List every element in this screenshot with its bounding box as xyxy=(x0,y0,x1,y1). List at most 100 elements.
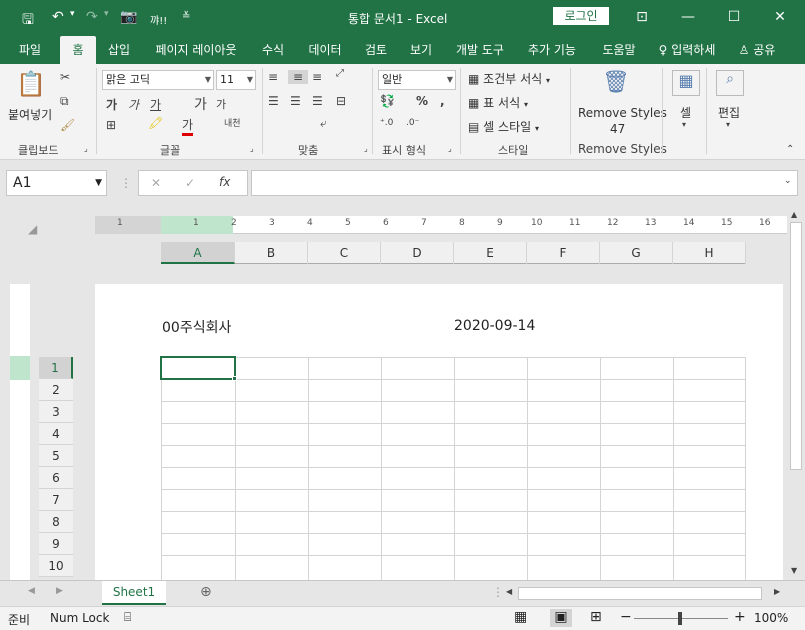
cell-styles-button[interactable]: ▤ 셀 스타일 ▾ xyxy=(468,118,539,135)
percent-button[interactable]: % xyxy=(416,94,428,108)
page-layout-view-icon[interactable]: ▣ xyxy=(550,609,572,627)
page-header-left[interactable]: 00주식회사 xyxy=(162,317,231,337)
align-bottom-icon[interactable]: ≡ xyxy=(312,70,322,84)
align-top-icon[interactable]: ≡ xyxy=(268,70,278,84)
number-format-select[interactable]: 일반 ▼ xyxy=(378,70,456,90)
row-header[interactable]: 6 xyxy=(39,467,73,489)
format-as-table-button[interactable]: ▦ 표 서식 ▾ xyxy=(468,94,528,111)
zoom-in-icon[interactable]: + xyxy=(734,609,746,625)
row-header[interactable]: 4 xyxy=(39,423,73,445)
cancel-icon[interactable]: ✕ xyxy=(151,176,161,190)
tab-data[interactable]: 데이터 xyxy=(300,36,350,64)
alignment-launcher-icon[interactable]: ⌟ xyxy=(364,144,368,153)
row-header[interactable]: 1 xyxy=(39,357,73,379)
row-header[interactable]: 10 xyxy=(39,555,73,577)
macro-record-icon[interactable]: ⌸ xyxy=(124,610,131,625)
row-header[interactable]: 7 xyxy=(39,489,73,511)
format-painter-icon[interactable]: 🖌 xyxy=(60,118,75,132)
redo-icon[interactable]: ↷ xyxy=(86,9,98,25)
camera-icon[interactable]: 📷 xyxy=(120,9,137,25)
chevron-down-icon[interactable]: ▾ xyxy=(726,120,730,129)
fill-handle[interactable] xyxy=(232,376,237,381)
chevron-down-icon[interactable]: ▾ xyxy=(682,120,686,129)
tab-review[interactable]: 검토 xyxy=(356,36,396,64)
minimize-icon[interactable]: — xyxy=(673,6,703,28)
tell-me-search[interactable]: ♀ 입력하세 xyxy=(652,36,722,64)
cut-icon[interactable]: ✂ xyxy=(60,70,70,84)
scroll-thumb[interactable] xyxy=(790,222,802,470)
insert-function-button[interactable]: fx xyxy=(219,175,230,189)
find-icon[interactable]: ⌕ xyxy=(716,70,744,96)
column-header[interactable]: A xyxy=(161,242,235,264)
column-header[interactable]: G xyxy=(600,242,673,264)
editing-button[interactable]: 편집 xyxy=(718,104,740,121)
collapse-ribbon-icon[interactable]: ⌃ xyxy=(786,144,794,155)
vertical-scrollbar[interactable]: ▲ ▼ xyxy=(787,206,805,580)
tab-home[interactable]: 홈 xyxy=(60,36,96,64)
tab-view[interactable]: 보기 xyxy=(402,36,440,64)
underline-button[interactable]: 가 xyxy=(150,96,161,113)
formula-input[interactable] xyxy=(251,170,798,196)
remove-styles-icon[interactable]: 🗑 xyxy=(602,70,630,95)
customize-qa-icon[interactable]: ≚ xyxy=(182,11,190,22)
undo-dropdown-icon[interactable]: ▾ xyxy=(70,9,75,19)
paste-icon[interactable]: 📋 xyxy=(14,70,48,102)
select-all-icon[interactable]: ◢ xyxy=(28,222,37,236)
cell-grid[interactable] xyxy=(161,357,746,580)
copy-icon[interactable]: ⧉ xyxy=(60,94,69,109)
conditional-formatting-button[interactable]: ▦ 조건부 서식 ▾ xyxy=(468,70,550,87)
scroll-up-icon[interactable]: ▲ xyxy=(791,210,797,219)
scroll-left-icon[interactable]: ◀ xyxy=(506,587,512,596)
remove-styles-button[interactable]: Remove Styles xyxy=(578,106,667,120)
font-color-button[interactable]: 가 xyxy=(182,116,194,136)
currency-icon[interactable]: 💱 xyxy=(380,94,395,108)
row-header[interactable]: 3 xyxy=(39,401,73,423)
column-header[interactable]: D xyxy=(381,242,454,264)
zoom-slider-thumb[interactable] xyxy=(678,612,682,625)
font-launcher-icon[interactable]: ⌟ xyxy=(250,144,254,153)
paste-button[interactable]: 붙여넣기 xyxy=(8,106,52,123)
close-icon[interactable]: ✕ xyxy=(765,6,795,28)
tab-file[interactable]: 파일 xyxy=(8,36,52,64)
login-button[interactable]: 로그인 xyxy=(553,7,609,25)
expand-formula-icon[interactable]: ⌄ xyxy=(784,176,792,186)
fill-color-icon[interactable]: 🖍 xyxy=(148,116,163,130)
prev-sheet-icon[interactable]: ◀ xyxy=(28,586,35,596)
custom-qa-button[interactable]: 꺄!! xyxy=(150,12,167,27)
wrap-text-icon[interactable]: ⤶ xyxy=(320,116,327,131)
comma-button[interactable]: , xyxy=(440,94,445,108)
phonetic-button[interactable]: 내천 xyxy=(224,116,241,129)
enter-icon[interactable]: ✓ xyxy=(185,176,195,190)
row-header[interactable]: 8 xyxy=(39,511,73,533)
name-box[interactable]: A1 ▼ xyxy=(6,170,107,196)
save-icon[interactable]: 🖫 xyxy=(22,9,34,33)
sheet-tab[interactable]: Sheet1 xyxy=(102,581,166,605)
page-header-right[interactable]: 2020-09-14 xyxy=(454,318,535,334)
normal-view-icon[interactable]: ▦ xyxy=(514,609,527,625)
add-sheet-icon[interactable]: ⊕ xyxy=(200,584,212,600)
tab-insert[interactable]: 삽입 xyxy=(100,36,138,64)
italic-button[interactable]: 가 xyxy=(128,96,139,113)
undo-icon[interactable]: ↶ xyxy=(52,9,64,25)
horizontal-scroll-thumb[interactable] xyxy=(518,587,762,600)
maximize-icon[interactable]: ☐ xyxy=(719,6,749,28)
orientation-icon[interactable]: ⤢ xyxy=(336,68,344,79)
column-header[interactable]: F xyxy=(527,242,600,264)
column-header[interactable]: B xyxy=(235,242,308,264)
redo-dropdown-icon[interactable]: ▾ xyxy=(104,9,109,19)
tab-addins[interactable]: 추가 기능 xyxy=(520,36,584,64)
column-header[interactable]: C xyxy=(308,242,381,264)
share-button[interactable]: ♙ 공유 xyxy=(732,36,782,64)
tab-formulas[interactable]: 수식 xyxy=(254,36,292,64)
tab-help[interactable]: 도움말 xyxy=(594,36,644,64)
ribbon-display-icon[interactable]: ⊡ xyxy=(627,6,657,28)
font-size-select[interactable]: 11 ▼ xyxy=(216,70,256,90)
font-name-select[interactable]: 맑은 고딕 ▼ xyxy=(102,70,214,90)
clipboard-launcher-icon[interactable]: ⌟ xyxy=(84,144,88,153)
shrink-font-button[interactable]: 가 xyxy=(216,96,226,112)
align-left-icon[interactable]: ☰ xyxy=(268,94,279,108)
row-header[interactable]: 5 xyxy=(39,445,73,467)
active-cell[interactable] xyxy=(160,356,236,380)
zoom-level[interactable]: 100% xyxy=(754,611,788,625)
zoom-out-icon[interactable]: − xyxy=(620,609,632,625)
